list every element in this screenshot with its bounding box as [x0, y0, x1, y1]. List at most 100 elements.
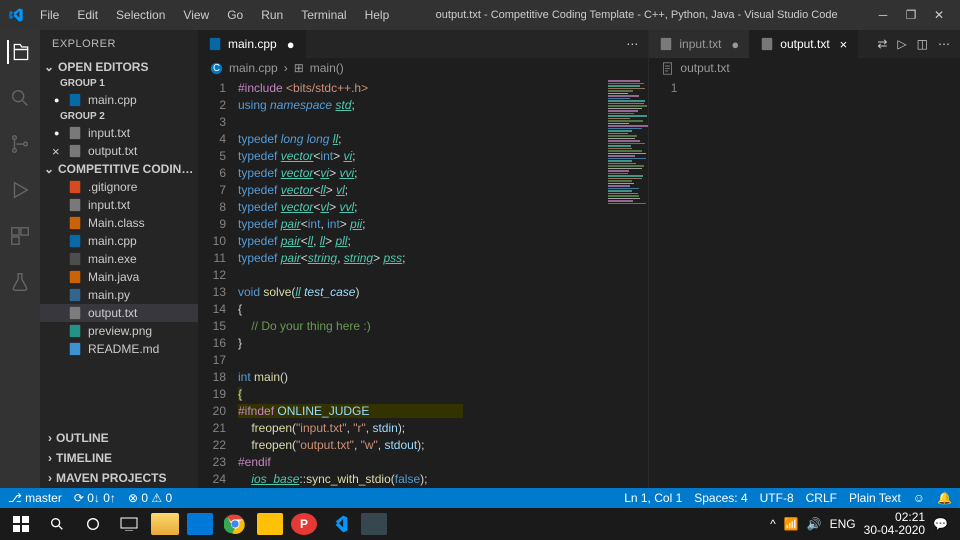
chevron-right-icon: ›: [48, 431, 52, 445]
clock[interactable]: 02:2130-04-2020: [864, 511, 925, 537]
file-item[interactable]: main.py: [40, 286, 198, 304]
run-icon[interactable]: ▷: [897, 37, 906, 51]
file-item[interactable]: preview.png: [40, 322, 198, 340]
menu-edit[interactable]: Edit: [69, 4, 106, 26]
titlebar: FileEditSelectionViewGoRunTerminalHelp o…: [0, 0, 960, 30]
chrome-icon[interactable]: [218, 510, 252, 538]
code-editor-right[interactable]: 1: [649, 78, 960, 488]
file-icon: [68, 144, 82, 158]
outline-header[interactable]: ›OUTLINE: [40, 428, 198, 448]
windows-taskbar: P ^ 📶 🔊 ENG 02:2130-04-2020 💬: [0, 508, 960, 540]
file-item[interactable]: output.txt: [40, 304, 198, 322]
txt-file-icon: [661, 62, 674, 75]
file-item[interactable]: input.txt: [40, 124, 198, 142]
file-icon: [68, 252, 82, 266]
file-item[interactable]: main.cpp: [40, 232, 198, 250]
extensions-icon[interactable]: [8, 224, 32, 248]
split-icon[interactable]: ◫: [917, 37, 928, 51]
file-item[interactable]: README.md: [40, 340, 198, 358]
file-icon: [68, 342, 82, 356]
notifications-icon[interactable]: 🔔: [937, 491, 952, 505]
maven-header[interactable]: ›MAVEN PROJECTS: [40, 468, 198, 488]
window-controls: ─ ❐ ✕: [876, 8, 952, 22]
menu-terminal[interactable]: Terminal: [293, 4, 354, 26]
file-item[interactable]: Main.java: [40, 268, 198, 286]
open-editors-header[interactable]: ⌄OPEN EDITORS: [40, 58, 198, 76]
start-button[interactable]: [4, 510, 38, 538]
testing-icon[interactable]: [8, 270, 32, 294]
menu-help[interactable]: Help: [357, 4, 398, 26]
menu-file[interactable]: File: [32, 4, 67, 26]
file-item[interactable]: Main.class: [40, 214, 198, 232]
source-control-icon[interactable]: [8, 132, 32, 156]
notifications-icon[interactable]: 💬: [933, 517, 948, 531]
file-item[interactable]: .gitignore: [40, 178, 198, 196]
file-icon: [68, 324, 82, 338]
menu-run[interactable]: Run: [253, 4, 291, 26]
app-icon[interactable]: P: [291, 513, 317, 535]
breadcrumb-right[interactable]: output.txt: [649, 58, 960, 78]
app-icon[interactable]: [187, 513, 213, 535]
app-icon[interactable]: [257, 513, 283, 535]
chevron-right-icon: ›: [48, 471, 52, 485]
cursor-position[interactable]: Ln 1, Col 1: [624, 491, 682, 505]
file-item[interactable]: main.exe: [40, 250, 198, 268]
breadcrumb-left[interactable]: C main.cpp› ⊞ main(): [198, 58, 648, 78]
problems-indicator[interactable]: ⊗ 0 ⚠ 0: [128, 491, 172, 505]
menu-go[interactable]: Go: [219, 4, 251, 26]
minimize-button[interactable]: ─: [876, 8, 890, 22]
modified-icon[interactable]: ●: [287, 37, 295, 52]
file-icon: [68, 288, 82, 302]
run-debug-icon[interactable]: [8, 178, 32, 202]
search-button[interactable]: [40, 510, 74, 538]
file-icon: [68, 270, 82, 284]
branch-indicator[interactable]: ⎇ master: [8, 491, 62, 505]
more-icon[interactable]: ⋯: [938, 37, 950, 51]
menu-selection[interactable]: Selection: [108, 4, 173, 26]
project-header[interactable]: ⌄COMPETITIVE CODING TEMPLATE - C+...: [40, 160, 198, 178]
sync-indicator[interactable]: ⟳ 0↓ 0↑: [74, 491, 116, 505]
app-icon[interactable]: [361, 513, 387, 535]
modified-icon[interactable]: ●: [731, 37, 739, 52]
file-item[interactable]: input.txt: [40, 196, 198, 214]
explorer-icon[interactable]: [7, 40, 31, 64]
task-view-button[interactable]: [112, 510, 146, 538]
compare-icon[interactable]: ⇄: [877, 37, 887, 51]
feedback-icon[interactable]: ☺: [913, 491, 925, 505]
encoding[interactable]: UTF-8: [760, 491, 794, 505]
tray-expand-icon[interactable]: ^: [770, 517, 776, 531]
group-1-label: GROUP 1: [40, 76, 198, 91]
indentation[interactable]: Spaces: 4: [694, 491, 747, 505]
search-icon[interactable]: [8, 86, 32, 110]
cortana-button[interactable]: [76, 510, 110, 538]
minimap[interactable]: [606, 78, 648, 488]
wifi-icon[interactable]: 📶: [784, 517, 799, 531]
chevron-down-icon: ⌄: [44, 60, 54, 74]
file-explorer-icon[interactable]: [151, 513, 179, 535]
language-indicator[interactable]: ENG: [830, 517, 856, 531]
file-icon: [659, 37, 673, 51]
vscode-taskbar-icon[interactable]: [322, 510, 356, 538]
tab-main-cpp[interactable]: main.cpp●: [198, 30, 306, 58]
group-2-label: GROUP 2: [40, 109, 198, 124]
svg-text:C: C: [213, 62, 220, 73]
file-item[interactable]: output.txt: [40, 142, 198, 160]
file-icon: [68, 180, 82, 194]
explorer-sidebar: EXPLORER ⌄OPEN EDITORS GROUP 1 main.cpp …: [40, 30, 198, 488]
maximize-button[interactable]: ❐: [904, 8, 918, 22]
code-editor-left[interactable]: 1234567891011121314151617181920212223242…: [198, 78, 648, 488]
file-icon: [68, 93, 82, 107]
window-title: output.txt - Competitive Coding Template…: [397, 9, 876, 21]
close-icon[interactable]: ×: [840, 37, 848, 52]
tab-input-txt[interactable]: input.txt●: [649, 30, 750, 58]
menu-view[interactable]: View: [175, 4, 217, 26]
close-button[interactable]: ✕: [932, 8, 946, 22]
tab-output-txt[interactable]: output.txt×: [750, 30, 858, 58]
more-icon[interactable]: ⋯: [626, 37, 638, 51]
file-item[interactable]: main.cpp: [40, 91, 198, 109]
volume-icon[interactable]: 🔊: [807, 517, 822, 531]
eol[interactable]: CRLF: [806, 491, 837, 505]
language-mode[interactable]: Plain Text: [849, 491, 901, 505]
timeline-header[interactable]: ›TIMELINE: [40, 448, 198, 468]
vscode-logo-icon: [8, 7, 24, 23]
